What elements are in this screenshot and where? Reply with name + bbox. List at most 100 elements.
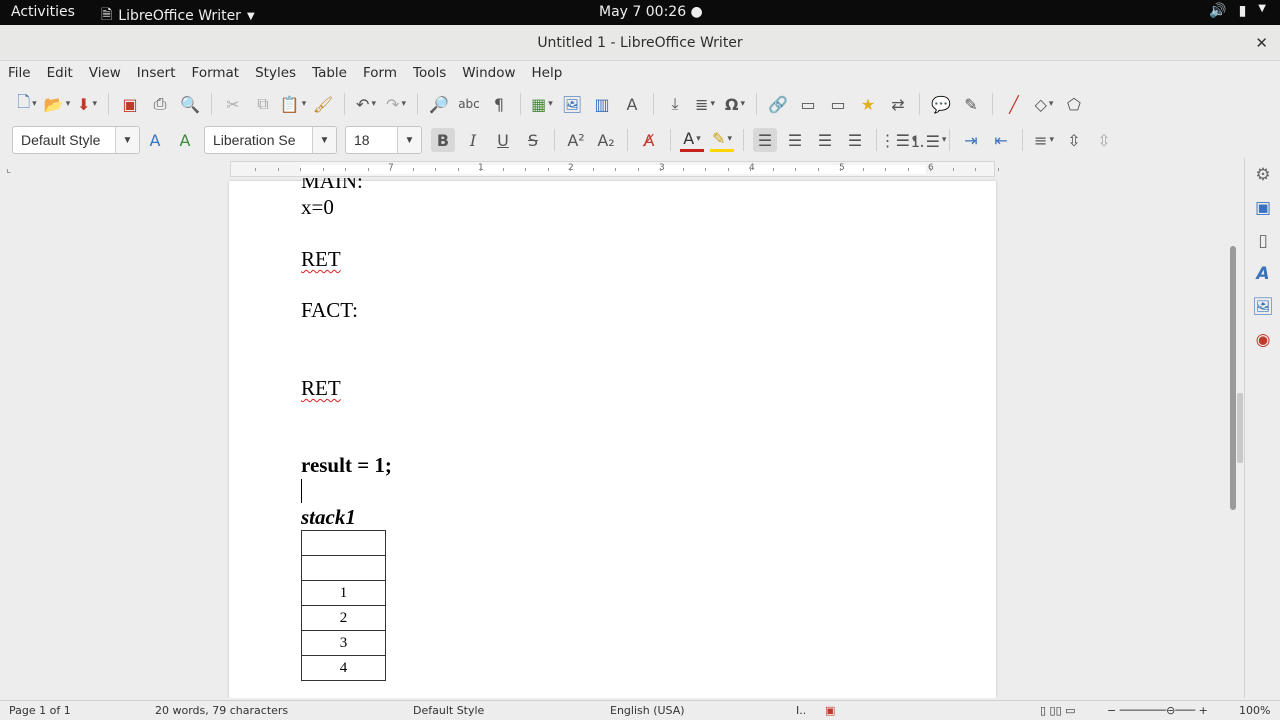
page-break-icon[interactable]: ⤓ [663, 92, 687, 116]
menu-view[interactable]: View [89, 65, 121, 81]
footnote-icon[interactable]: ▭ [796, 92, 820, 116]
view-layout-icon[interactable]: ▯ ▯▯ ▭ [1040, 704, 1076, 717]
redo-icon[interactable]: ↷ [384, 92, 408, 116]
justify-icon[interactable]: ☰ [843, 128, 867, 152]
chevron-down-icon[interactable]: ▼ [115, 127, 139, 153]
activities-button[interactable]: Activities [11, 4, 75, 20]
open-folder-icon[interactable]: 📂 [44, 92, 69, 116]
hyperlink-icon[interactable]: 🔗 [766, 92, 790, 116]
update-style-icon[interactable]: A [143, 128, 167, 152]
align-right-icon[interactable]: ☰ [813, 128, 837, 152]
find-replace-icon[interactable]: 🔎 [427, 92, 451, 116]
table-cell[interactable]: 1 [301, 580, 386, 606]
align-center-icon[interactable]: ☰ [783, 128, 807, 152]
basic-shapes-icon[interactable]: ◇ [1032, 92, 1056, 116]
menu-insert[interactable]: Insert [137, 65, 176, 81]
draw-functions-icon[interactable]: ⬠ [1062, 92, 1086, 116]
insert-textbox-icon[interactable]: A [620, 92, 644, 116]
paragraph-style-combo[interactable]: Default Style ▼ [12, 126, 140, 154]
highlight-color-icon[interactable]: ✎ [710, 128, 734, 152]
bullet-list-icon[interactable]: ⋮☰ [880, 128, 910, 152]
menu-window[interactable]: Window [462, 65, 515, 81]
paste-icon[interactable]: 📋 [280, 92, 305, 116]
print-icon[interactable]: ⎙ [148, 92, 172, 116]
undo-icon[interactable]: ↶ [354, 92, 378, 116]
insert-chart-icon[interactable]: ▥ [590, 92, 614, 116]
language[interactable]: English (USA) [610, 704, 685, 717]
increase-paragraph-spacing-icon[interactable]: ⇳ [1062, 128, 1086, 152]
menu-edit[interactable]: Edit [47, 65, 73, 81]
bold-icon[interactable]: B [431, 128, 455, 152]
system-tray[interactable]: 🔊 ▮ ▼ [1209, 3, 1266, 19]
decrease-indent-icon[interactable]: ⇤ [989, 128, 1013, 152]
tab-stop-selector[interactable]: ⌞ [6, 162, 11, 175]
line-icon[interactable]: ╱ [1002, 92, 1026, 116]
clear-formatting-icon[interactable]: A̸ [637, 128, 661, 152]
increase-indent-icon[interactable]: ⇥ [959, 128, 983, 152]
font-size-combo[interactable]: 18 ▼ [345, 126, 422, 154]
subscript-icon[interactable]: A₂ [594, 128, 618, 152]
endnote-icon[interactable]: ▭ [826, 92, 850, 116]
table-cell[interactable]: 4 [301, 655, 386, 681]
underline-icon[interactable]: U [491, 128, 515, 152]
styles-icon[interactable]: A [1245, 257, 1280, 290]
print-preview-icon[interactable]: 🔍 [178, 92, 202, 116]
table-cell[interactable]: 3 [301, 630, 386, 656]
font-color-icon[interactable]: A [680, 128, 704, 152]
menu-format[interactable]: Format [192, 65, 240, 81]
spellcheck-icon[interactable]: abc [457, 92, 481, 116]
chevron-down-icon[interactable]: ▼ [397, 127, 421, 153]
menu-table[interactable]: Table [312, 65, 347, 81]
document-modified-icon[interactable]: ▣ [825, 704, 835, 717]
menu-help[interactable]: Help [532, 65, 563, 81]
word-count[interactable]: 20 words, 79 characters [155, 704, 288, 717]
page-style[interactable]: Default Style [413, 704, 484, 717]
table-cell[interactable] [301, 530, 386, 556]
table-cell[interactable]: 2 [301, 605, 386, 631]
comment-icon[interactable]: 💬 [929, 92, 953, 116]
gallery-icon[interactable]: 🖼 [1245, 290, 1280, 323]
insert-table-icon[interactable]: ▦ [530, 92, 554, 116]
document-page[interactable]: MAIN: x=0 RET FACT: RET result = 1; stac… [229, 178, 996, 698]
stack-table[interactable]: 1 2 3 4 [301, 530, 386, 681]
line-spacing-icon[interactable]: ≡ [1032, 128, 1056, 152]
page-count[interactable]: Page 1 of 1 [9, 704, 71, 717]
new-style-icon[interactable]: A [173, 128, 197, 152]
menu-file[interactable]: File [8, 65, 31, 81]
sidebar-collapse-handle[interactable] [1237, 393, 1243, 463]
numbered-list-icon[interactable]: ⒈☰ [910, 128, 940, 152]
table-cell[interactable] [301, 555, 386, 581]
copy-icon[interactable]: ⧉ [251, 92, 275, 116]
italic-icon[interactable]: I [461, 128, 485, 152]
superscript-icon[interactable]: A² [564, 128, 588, 152]
new-document-icon[interactable]: 🗋 [15, 92, 39, 116]
horizontal-ruler[interactable]: 1 2 3 4 5 6 7 [230, 161, 999, 177]
navigator-icon[interactable]: ◉ [1245, 323, 1280, 356]
track-changes-icon[interactable]: ✎ [959, 92, 983, 116]
insert-image-icon[interactable]: 🖼 [560, 92, 584, 116]
save-icon[interactable]: ⬇ [75, 92, 99, 116]
font-name-combo[interactable]: Liberation Se ▼ [204, 126, 337, 154]
decrease-paragraph-spacing-icon[interactable]: ⇳ [1092, 128, 1116, 152]
properties-icon[interactable]: ▣ [1245, 191, 1280, 224]
menu-tools[interactable]: Tools [413, 65, 446, 81]
cross-reference-icon[interactable]: ⇄ [886, 92, 910, 116]
close-icon[interactable]: ✕ [1255, 25, 1268, 61]
strikethrough-icon[interactable]: S [521, 128, 545, 152]
clone-formatting-icon[interactable]: 🖌 [311, 92, 335, 116]
insert-mode-icon[interactable]: I.. [796, 704, 806, 717]
menu-styles[interactable]: Styles [255, 65, 296, 81]
chevron-down-icon[interactable]: ▼ [312, 127, 336, 153]
clock[interactable]: May 7 00:26 ● [599, 4, 703, 20]
gear-icon[interactable]: ⚙ [1245, 158, 1280, 191]
zoom-slider[interactable]: − ───────⊖─── + [1107, 704, 1208, 717]
insert-field-icon[interactable]: ≣ [693, 92, 717, 116]
page-icon[interactable]: ▯ [1245, 224, 1280, 257]
menu-form[interactable]: Form [363, 65, 397, 81]
bookmark-icon[interactable]: ★ [856, 92, 880, 116]
align-left-icon[interactable]: ☰ [753, 128, 777, 152]
export-pdf-icon[interactable]: ▣ [118, 92, 142, 116]
scrollbar-thumb[interactable] [1230, 246, 1236, 510]
special-character-icon[interactable]: Ω [723, 92, 747, 116]
cut-icon[interactable]: ✂ [221, 92, 245, 116]
